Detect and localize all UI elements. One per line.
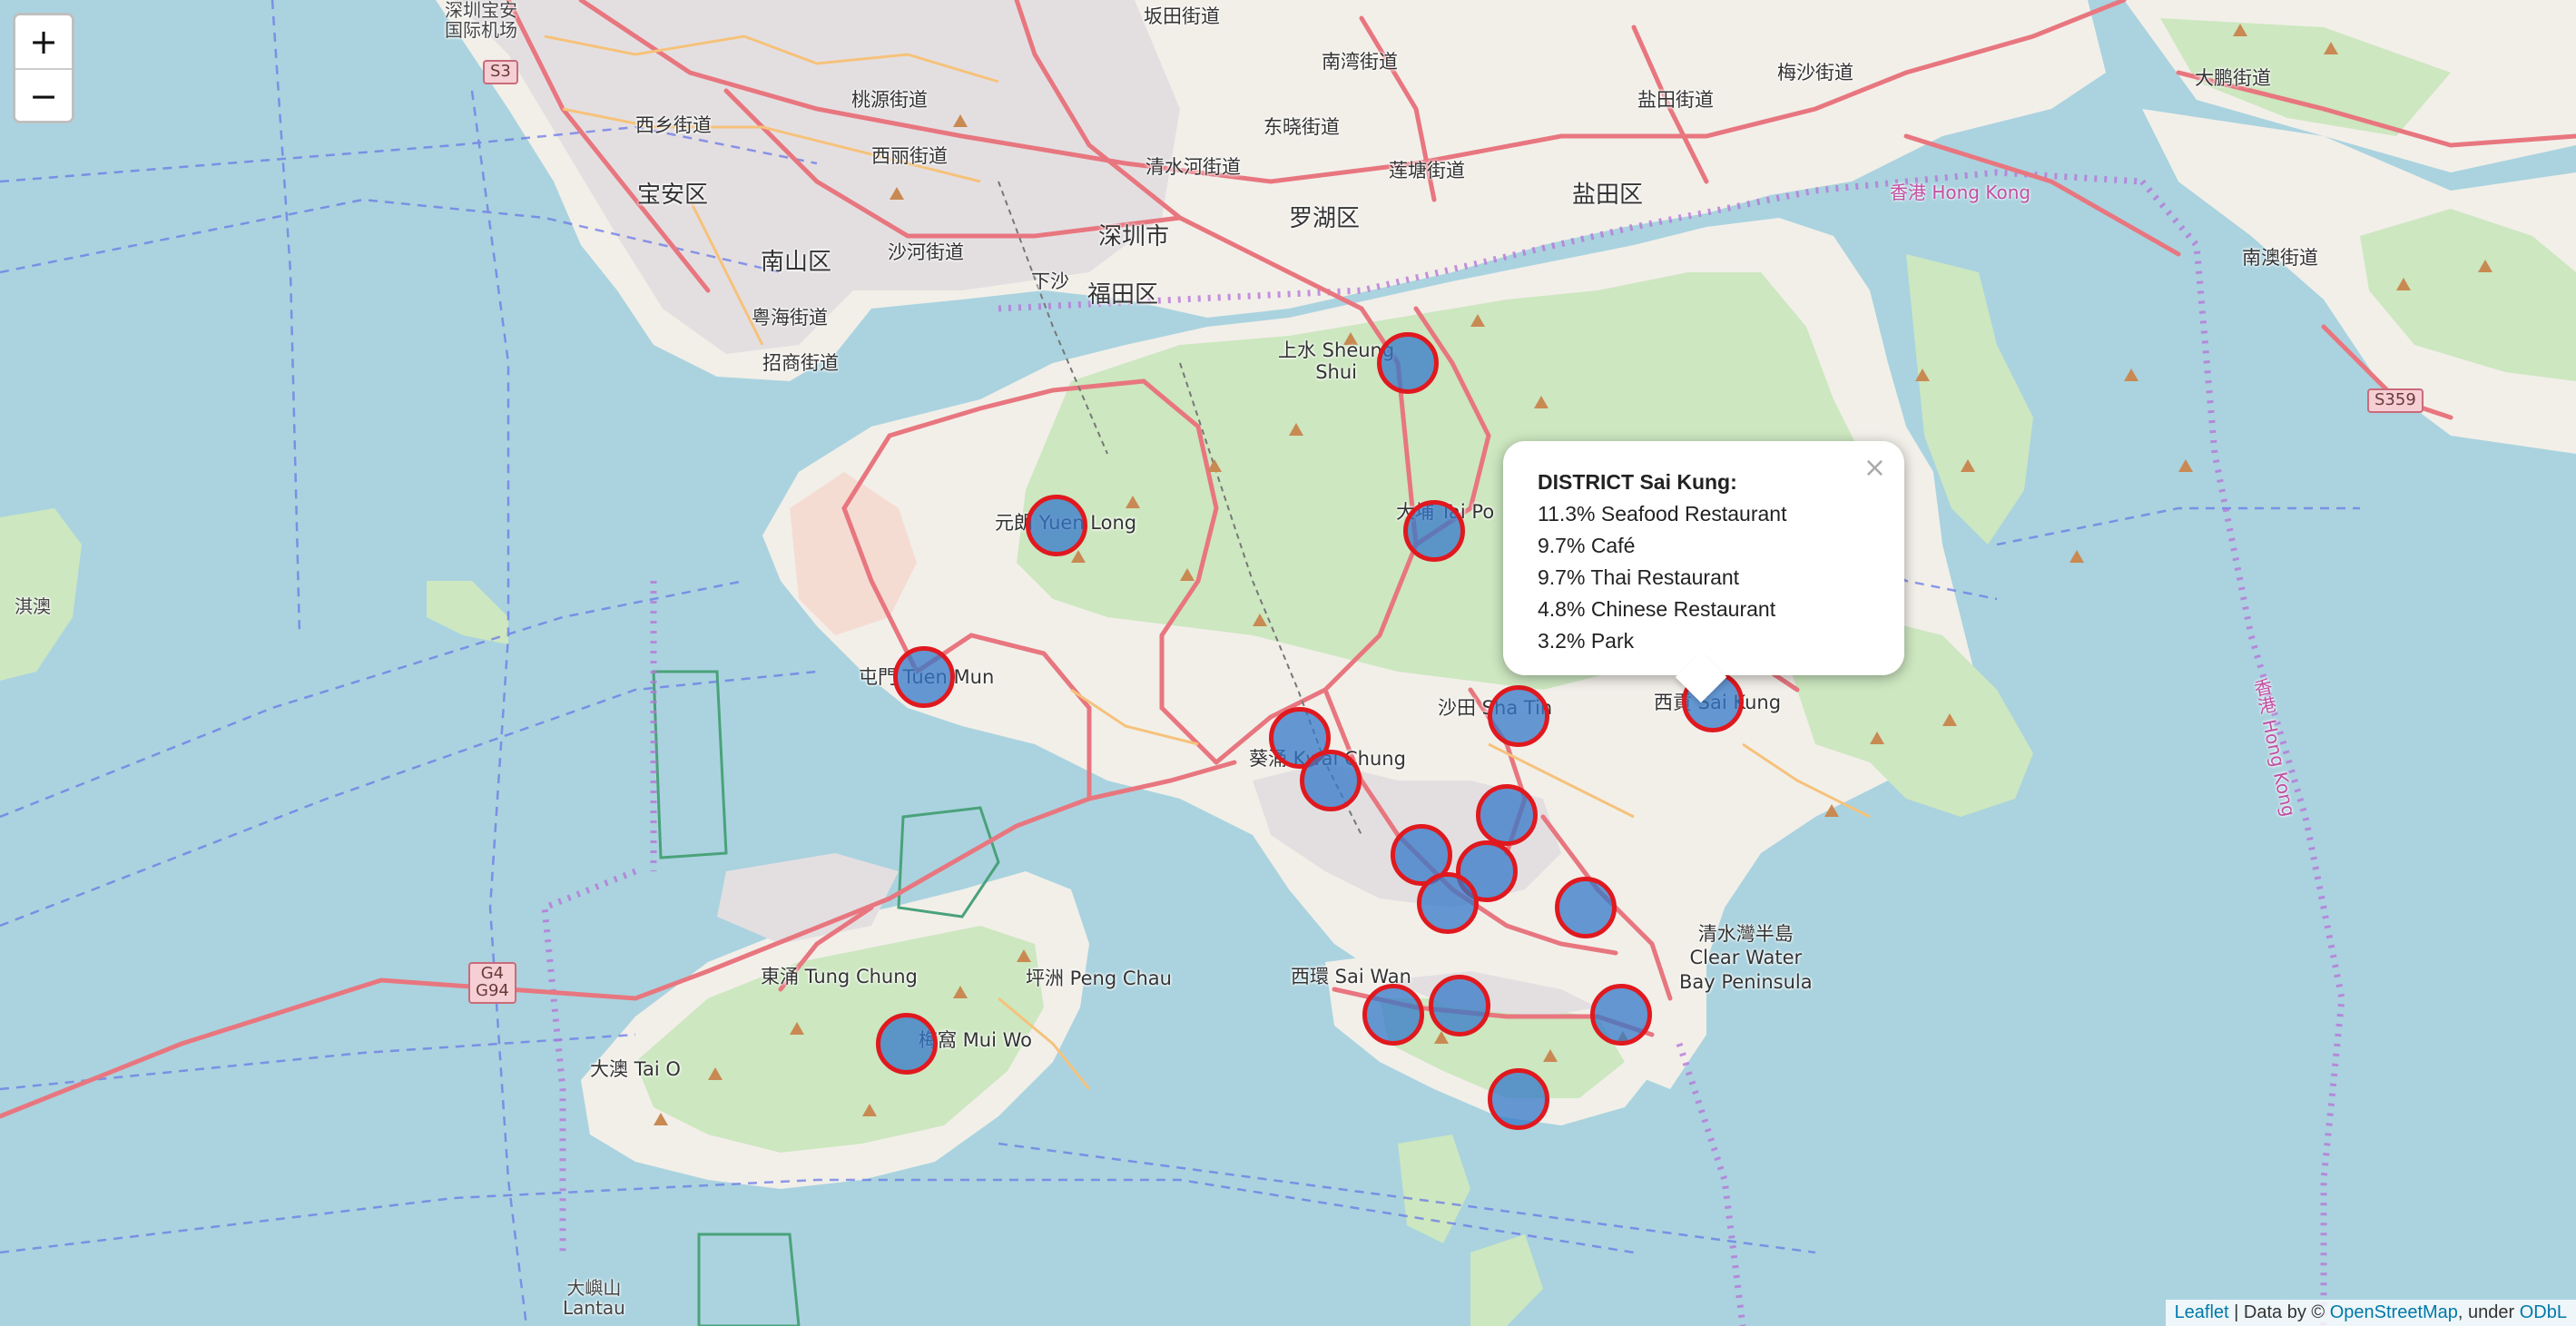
label-tai-o: 大澳 Tai O — [590, 1058, 681, 1080]
district-marker-kwun-tong[interactable] — [1555, 877, 1617, 938]
popup-line: 3.2% Park — [1538, 629, 1635, 653]
label-shenzhen: 深圳市 — [1098, 223, 1170, 250]
label-dongxiao: 东晓街道 — [1263, 116, 1340, 138]
district-marker-wong-tai-sin[interactable] — [1476, 784, 1538, 846]
district-marker-yuen-long[interactable] — [1026, 495, 1087, 556]
attribution-under: , under — [2457, 1302, 2520, 1322]
popup-line: 9.7% Café — [1538, 534, 1636, 557]
label-xixiang: 西乡街道 — [635, 114, 712, 136]
district-marker-eastern[interactable] — [1590, 984, 1652, 1046]
label-tung-chung: 東涌 Tung Chung — [761, 966, 918, 987]
popup-title: DISTRICT Sai Kung: — [1538, 470, 1737, 494]
popup-line: 4.8% Chinese Restaurant — [1538, 597, 1776, 621]
district-popup: × DISTRICT Sai Kung: 11.3% Seafood Resta… — [1503, 441, 1904, 703]
label-nanao: 南澳街道 — [2242, 247, 2318, 269]
label-yuehai: 粤海街道 — [752, 307, 828, 329]
district-marker-yau-tsim-mong[interactable] — [1417, 872, 1479, 934]
zoom-in-button[interactable]: + — [15, 15, 72, 68]
label-lianttang: 莲塘街道 — [1389, 160, 1465, 182]
label-shahe: 沙河街道 — [888, 241, 964, 263]
label-shenzhen-airport: 深圳宝安 国际机场 — [445, 0, 517, 41]
label-taoyuan: 桃源街道 — [851, 89, 928, 111]
label-futian: 福田区 — [1087, 281, 1159, 309]
label-bantian: 坂田街道 — [1144, 5, 1220, 27]
road-shield-s3: S3 — [483, 60, 518, 84]
map-container[interactable]: 深圳宝安 国际机场 宝安区 南山区 福田区 深圳市 罗湖区 盐田区 西乡街道 桃… — [0, 0, 2576, 1326]
label-luohu: 罗湖区 — [1289, 205, 1361, 232]
label-baoan: 宝安区 — [637, 182, 709, 209]
district-marker-tuen-mun[interactable] — [893, 646, 955, 708]
label-yantian: 盐田区 — [1572, 182, 1644, 209]
label-dapeng: 大鹏街道 — [2195, 67, 2271, 89]
osm-link[interactable]: OpenStreetMap — [2330, 1302, 2458, 1322]
label-yantian-st: 盐田街道 — [1637, 89, 1714, 111]
base-map-tiles — [0, 0, 2576, 1326]
district-marker-kwai-tsing[interactable] — [1300, 750, 1362, 811]
label-meisha: 梅沙街道 — [1777, 62, 1853, 83]
district-marker-tai-po[interactable] — [1403, 500, 1465, 562]
label-clear-water-bay: 清水灣半島 Clear Water Bay Peninsula — [1679, 923, 1813, 993]
popup-close-button[interactable]: × — [1863, 452, 1886, 484]
label-zhaoshang: 招商街道 — [762, 352, 839, 374]
popup-line: 9.7% Thai Restaurant — [1538, 565, 1740, 589]
label-xili: 西丽街道 — [871, 145, 948, 167]
district-marker-southern[interactable] — [1488, 1068, 1549, 1130]
road-shield-g4-g94: G4 G94 — [468, 962, 516, 1004]
label-nanshan: 南山区 — [761, 249, 832, 276]
attribution: Leaflet | Data by © OpenStreetMap, under… — [2165, 1300, 2576, 1326]
attribution-separator: | Data by © — [2228, 1302, 2330, 1322]
label-lantau: 大嶼山 Lantau — [563, 1277, 625, 1319]
label-qingshuihe: 清水河街道 — [1145, 156, 1241, 178]
label-peng-chau: 坪洲 Peng Chau — [1026, 967, 1172, 989]
zoom-out-button[interactable]: − — [15, 68, 72, 121]
zoom-control: + − — [13, 13, 74, 123]
district-marker-islands[interactable] — [876, 1013, 938, 1075]
label-xiasha: 下沙 — [1031, 270, 1069, 292]
district-marker-sheung-shui[interactable] — [1377, 332, 1439, 394]
district-marker-sha-tin[interactable] — [1488, 685, 1549, 747]
road-shield-s359: S359 — [2367, 388, 2424, 413]
leaflet-link[interactable]: Leaflet — [2175, 1302, 2229, 1322]
district-marker-wan-chai[interactable] — [1429, 975, 1490, 1036]
label-hk-boundary: 香港 Hong Kong — [1890, 182, 2031, 203]
district-marker-central-western[interactable] — [1362, 984, 1424, 1046]
popup-line: 11.3% Seafood Restaurant — [1538, 502, 1787, 525]
odbl-link[interactable]: ODbL — [2520, 1302, 2567, 1322]
label-qiao: 淇澳 — [15, 595, 51, 617]
label-nanwan: 南湾街道 — [1322, 51, 1398, 73]
